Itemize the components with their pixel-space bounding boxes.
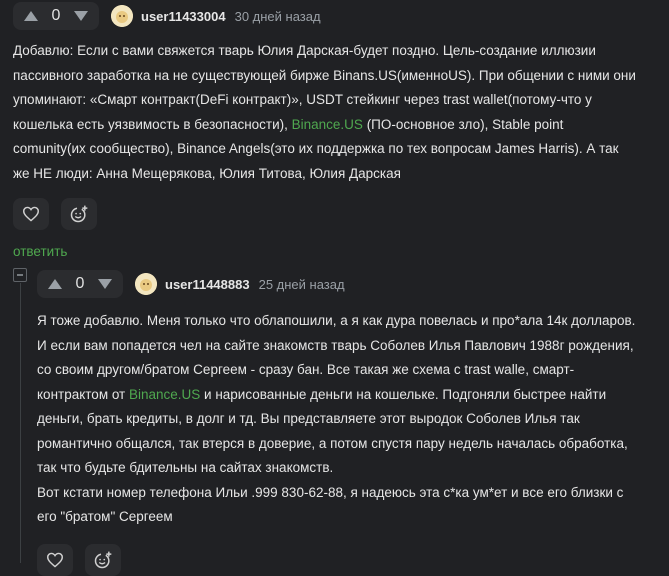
text-segment: упоминают: «Смарт контракт(DeFi контракт… (13, 92, 592, 107)
comment-actions (13, 198, 669, 230)
vote-count: 0 (75, 275, 85, 292)
text-line: контрактом от Binance.US и нарисованные … (37, 383, 667, 408)
avatar[interactable] (135, 273, 157, 295)
text-line: пассивного заработка на не существующей … (13, 64, 665, 89)
text-segment: же НЕ люди: Анна Мещерякова, Юлия Титова… (13, 165, 401, 181)
text-line: кошелька есть уязвимость в безопасности)… (13, 113, 665, 138)
avatar-icon (135, 273, 157, 295)
text-segment: его "братом" Сергеем (37, 509, 173, 524)
emoji-add-icon (94, 551, 112, 568)
text-segment: Добавлю: Если с вами свяжется тварь Юлия… (13, 43, 596, 58)
username[interactable]: user11448883 (165, 277, 250, 292)
arrow-down-icon (74, 11, 88, 21)
text-segment: (ПО-основное зло), Stable point (362, 116, 564, 132)
text-line: Вот кстати номер телефона Ильи .999 830-… (37, 481, 667, 506)
heart-icon (22, 206, 40, 222)
arrow-up-icon (24, 11, 38, 21)
text-line: его "братом" Сергеем (37, 505, 667, 530)
like-button[interactable] (13, 198, 49, 230)
arrow-up-icon (48, 279, 62, 289)
emoji-add-icon (70, 205, 88, 223)
timestamp[interactable]: 25 дней назад (259, 277, 345, 292)
username[interactable]: user11433004 (141, 9, 226, 24)
text-segment: кошелька есть уязвимость в безопасности)… (13, 116, 292, 132)
comment-reply: 0 user11448883 25 дней назад Я тоже доба… (37, 268, 669, 576)
heart-icon (46, 552, 64, 568)
text-line: романтично общался, так втерся в доверие… (37, 432, 667, 457)
avatar-icon (111, 5, 133, 27)
text-line: же НЕ люди: Анна Мещерякова, Юлия Титова… (13, 162, 665, 187)
like-button[interactable] (37, 543, 73, 576)
text-line: так что будьте бдительны на сайтах знако… (37, 456, 667, 481)
downvote-button[interactable] (67, 2, 95, 30)
arrow-down-icon (98, 279, 112, 289)
react-button[interactable] (85, 543, 121, 576)
upvote-button[interactable] (41, 270, 69, 298)
comment-text: Я тоже добавлю. Меня только что облапоши… (37, 309, 667, 530)
upvote-button[interactable] (17, 2, 45, 30)
inline-link[interactable]: Binance.US (129, 387, 200, 402)
text-segment: контрактом от (37, 386, 129, 402)
text-line: деньги, брать кредиты, в долг и тд. Вы п… (37, 407, 667, 432)
thread-line[interactable] (20, 283, 21, 563)
text-segment: деньги, брать кредиты, в долг и тд. Вы п… (37, 411, 580, 426)
text-segment: comunity(их сообщество), Binance Angels(… (13, 141, 619, 156)
collapse-minus-icon (17, 274, 23, 276)
vote-widget: 0 (37, 270, 123, 298)
avatar[interactable] (111, 5, 133, 27)
inline-link[interactable]: Binance.US (292, 117, 363, 132)
vote-widget: 0 (13, 2, 99, 30)
text-segment: И если вам попадется чел на сайте знаком… (37, 337, 634, 353)
comment-header: 0 user11448883 25 дней назад (37, 268, 669, 300)
vote-count: 0 (51, 7, 61, 24)
text-line: comunity(их сообщество), Binance Angels(… (13, 137, 665, 162)
downvote-button[interactable] (91, 270, 119, 298)
text-segment: так что будьте бдительны на сайтах знако… (37, 460, 334, 475)
text-segment: и нарисованные деньги на кошельке. Подго… (200, 386, 607, 402)
text-segment: романтично общался, так втерся в доверие… (37, 435, 628, 451)
collapse-thread-button[interactable] (13, 268, 27, 282)
text-segment: со своим другом/братом Сергеем - сразу б… (37, 362, 575, 377)
text-line: Я тоже добавлю. Меня только что облапоши… (37, 309, 667, 334)
reply-link[interactable]: ответить (13, 244, 67, 259)
comment-header: 0 user11433004 30 дней назад (13, 0, 669, 32)
text-line: Добавлю: Если с вами свяжется тварь Юлия… (13, 39, 665, 64)
text-line: упоминают: «Смарт контракт(DeFi контракт… (13, 88, 665, 113)
text-segment: пассивного заработка на не существующей … (13, 67, 636, 83)
comment-actions (37, 543, 669, 576)
comment-text: Добавлю: Если с вами свяжется тварь Юлия… (13, 39, 665, 186)
text-segment: Я тоже добавлю. Меня только что облапоши… (37, 313, 636, 328)
comment: 0 user11433004 30 дней назад Добавлю: Ес… (13, 0, 669, 261)
text-segment: Вот кстати номер телефона Ильи .999 830-… (37, 484, 624, 500)
text-line: И если вам попадется чел на сайте знаком… (37, 334, 667, 359)
text-line: со своим другом/братом Сергеем - сразу б… (37, 358, 667, 383)
timestamp[interactable]: 30 дней назад (235, 9, 321, 24)
react-button[interactable] (61, 198, 97, 230)
